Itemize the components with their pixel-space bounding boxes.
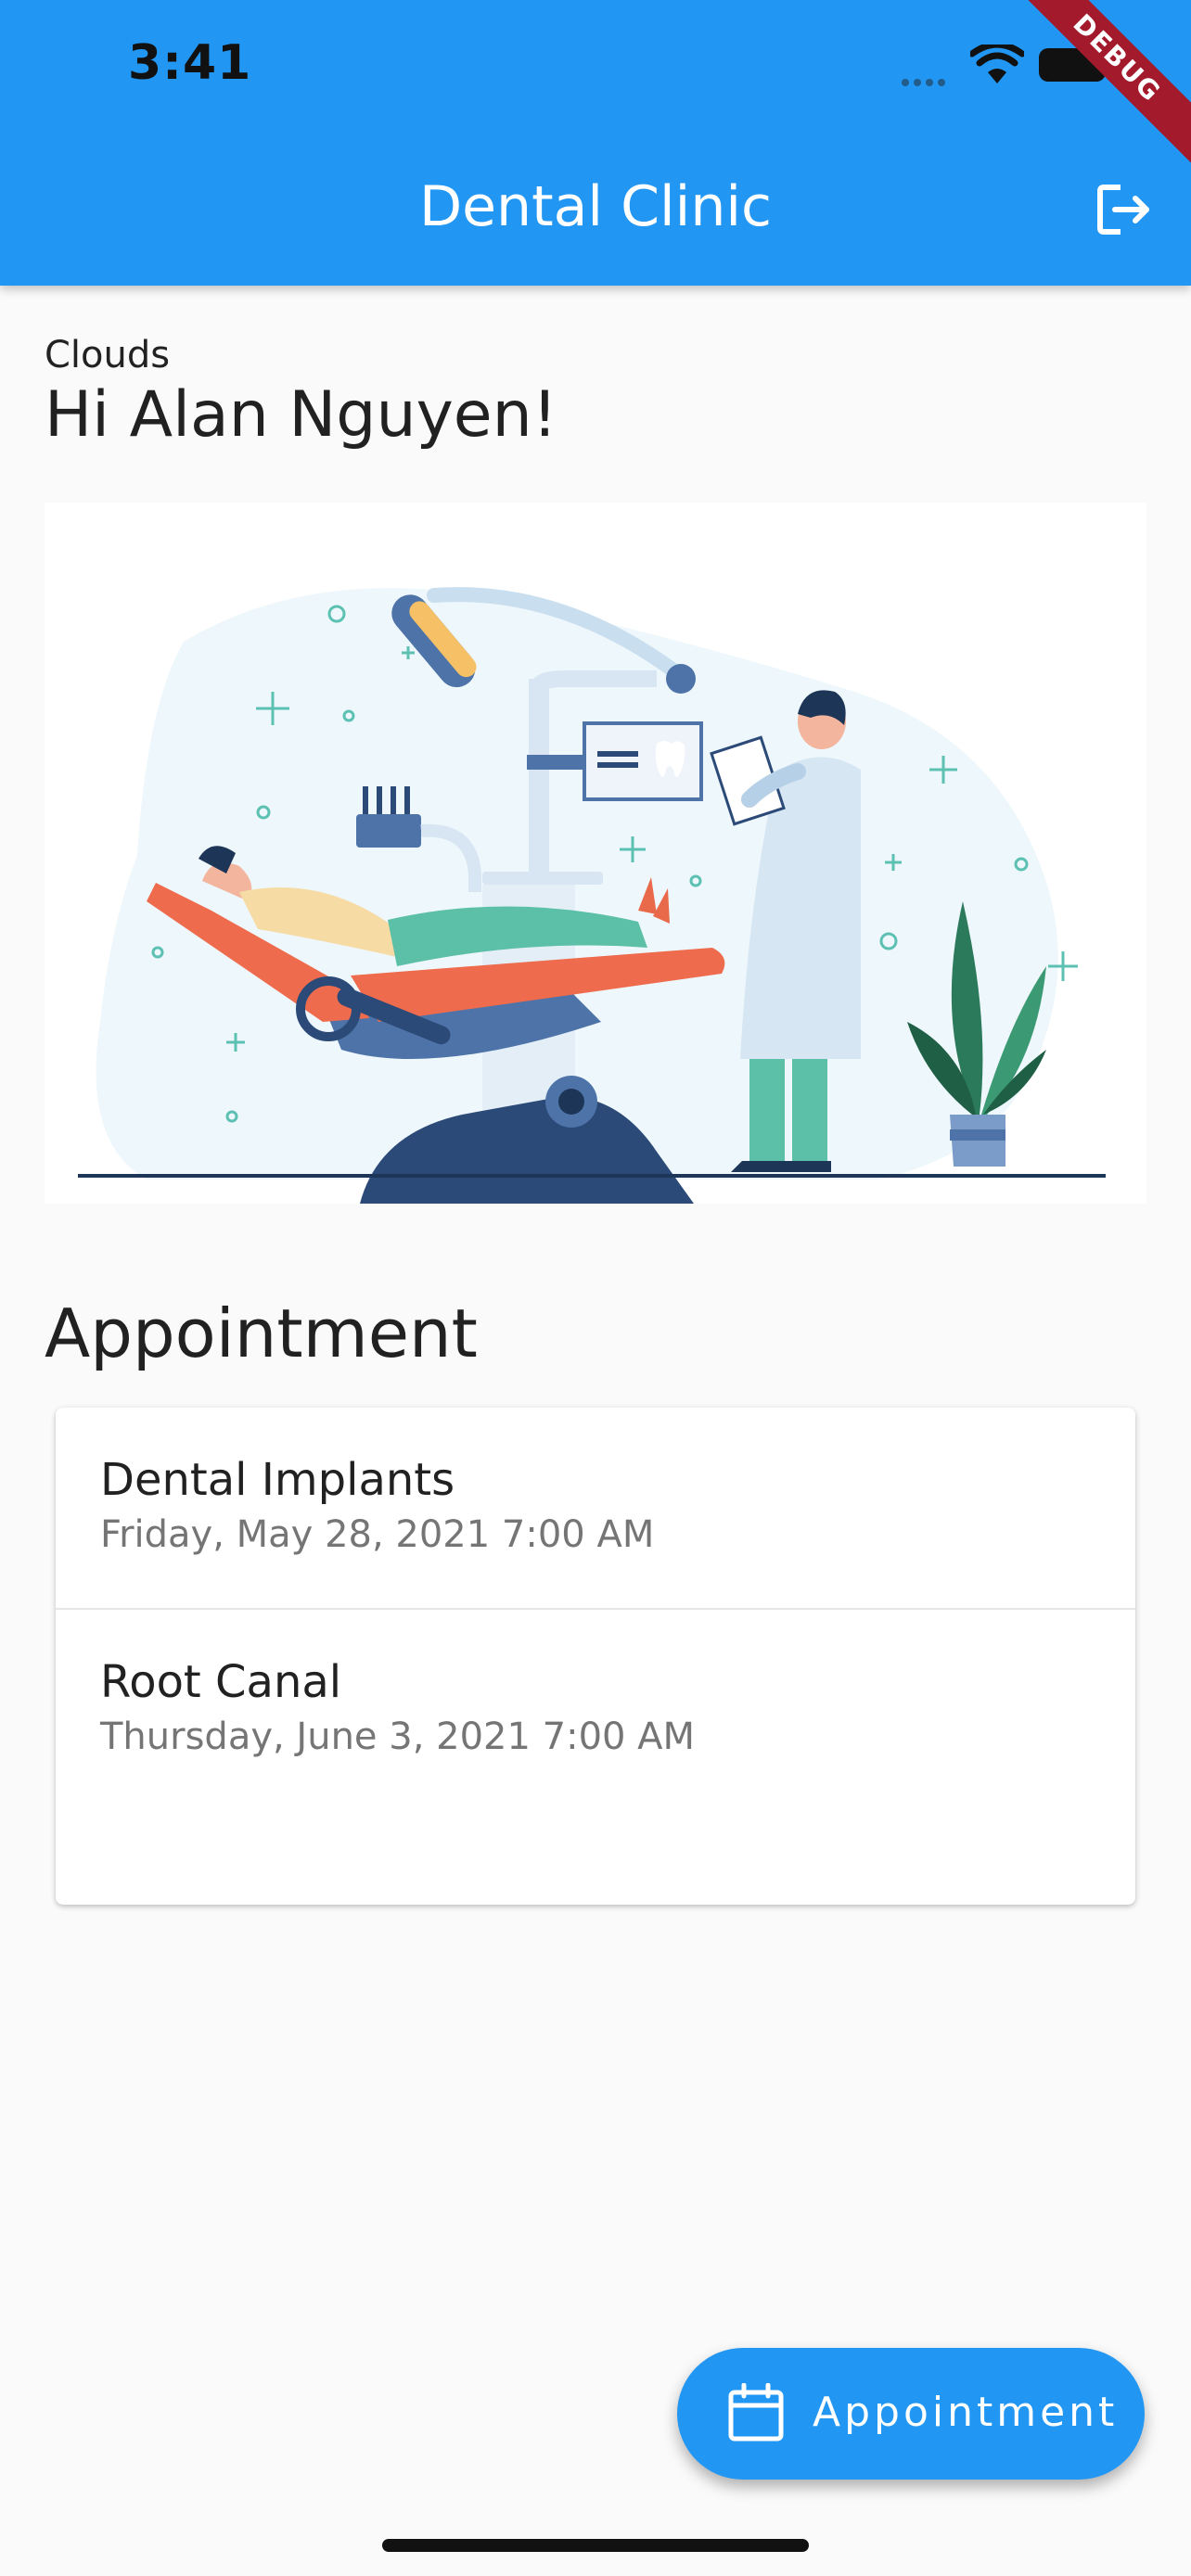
logout-icon[interactable] — [1095, 180, 1154, 239]
appointment-datetime: Thursday, June 3, 2021 7:00 AM — [100, 1715, 696, 1758]
appointment-section-title: Appointment — [45, 1294, 478, 1372]
wifi-icon — [970, 45, 1024, 83]
appointment-datetime: Friday, May 28, 2021 7:00 AM — [100, 1513, 655, 1556]
dental-clinic-illustration — [45, 503, 1146, 1204]
cellular-signal-icon — [902, 74, 950, 91]
status-time: 3:41 — [128, 35, 252, 91]
app-bar: 3:41 DEBUG Dental Clinic — [0, 0, 1191, 286]
appointment-item[interactable]: Dental Implants Friday, May 28, 2021 7:0… — [56, 1408, 1135, 1606]
greeting-heading: Hi Alan Nguyen! — [45, 378, 557, 452]
fab-label: Appointment — [813, 2389, 1119, 2436]
appointment-item[interactable]: Root Canal Thursday, June 3, 2021 7:00 A… — [56, 1610, 1135, 1808]
location-label: Clouds — [45, 334, 171, 376]
page-title: Dental Clinic — [418, 174, 773, 239]
appointment-card: Dental Implants Friday, May 28, 2021 7:0… — [56, 1408, 1135, 1905]
calendar-icon — [728, 2383, 784, 2442]
debug-banner: DEBUG — [1003, 0, 1191, 172]
appointment-name: Root Canal — [100, 1656, 342, 1708]
home-indicator — [382, 2539, 809, 2552]
add-appointment-button[interactable]: Appointment — [677, 2348, 1145, 2480]
appointment-name: Dental Implants — [100, 1454, 455, 1506]
